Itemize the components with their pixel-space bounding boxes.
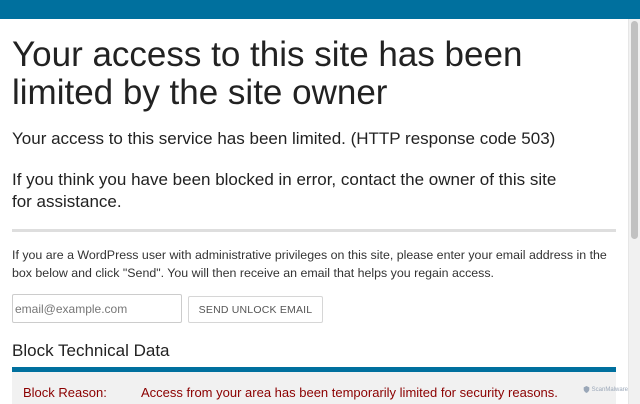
vertical-scrollbar[interactable] xyxy=(628,19,640,404)
admin-instructions: If you are a WordPress user with adminis… xyxy=(12,248,607,280)
watermark: ScanMalware xyxy=(583,386,628,393)
block-reason-value: Access from your area has been temporari… xyxy=(141,385,558,400)
shield-icon xyxy=(583,386,589,393)
table-row: Block Reason: Access from your area has … xyxy=(12,372,616,404)
section-divider xyxy=(12,229,616,232)
status-message: Your access to this service has been lim… xyxy=(12,129,556,148)
watermark-label: ScanMalware xyxy=(591,386,628,393)
contact-message: If you think you have been blocked in er… xyxy=(12,170,557,211)
scrollbar-thumb[interactable] xyxy=(631,21,638,239)
email-field[interactable] xyxy=(12,294,182,323)
send-unlock-email-button[interactable]: SEND UNLOCK EMAIL xyxy=(188,296,323,323)
block-reason-label: Block Reason: xyxy=(23,385,107,400)
page-title: Your access to this site has been limite… xyxy=(12,35,523,112)
top-header-bar xyxy=(0,0,640,19)
technical-data-heading: Block Technical Data xyxy=(12,341,170,360)
